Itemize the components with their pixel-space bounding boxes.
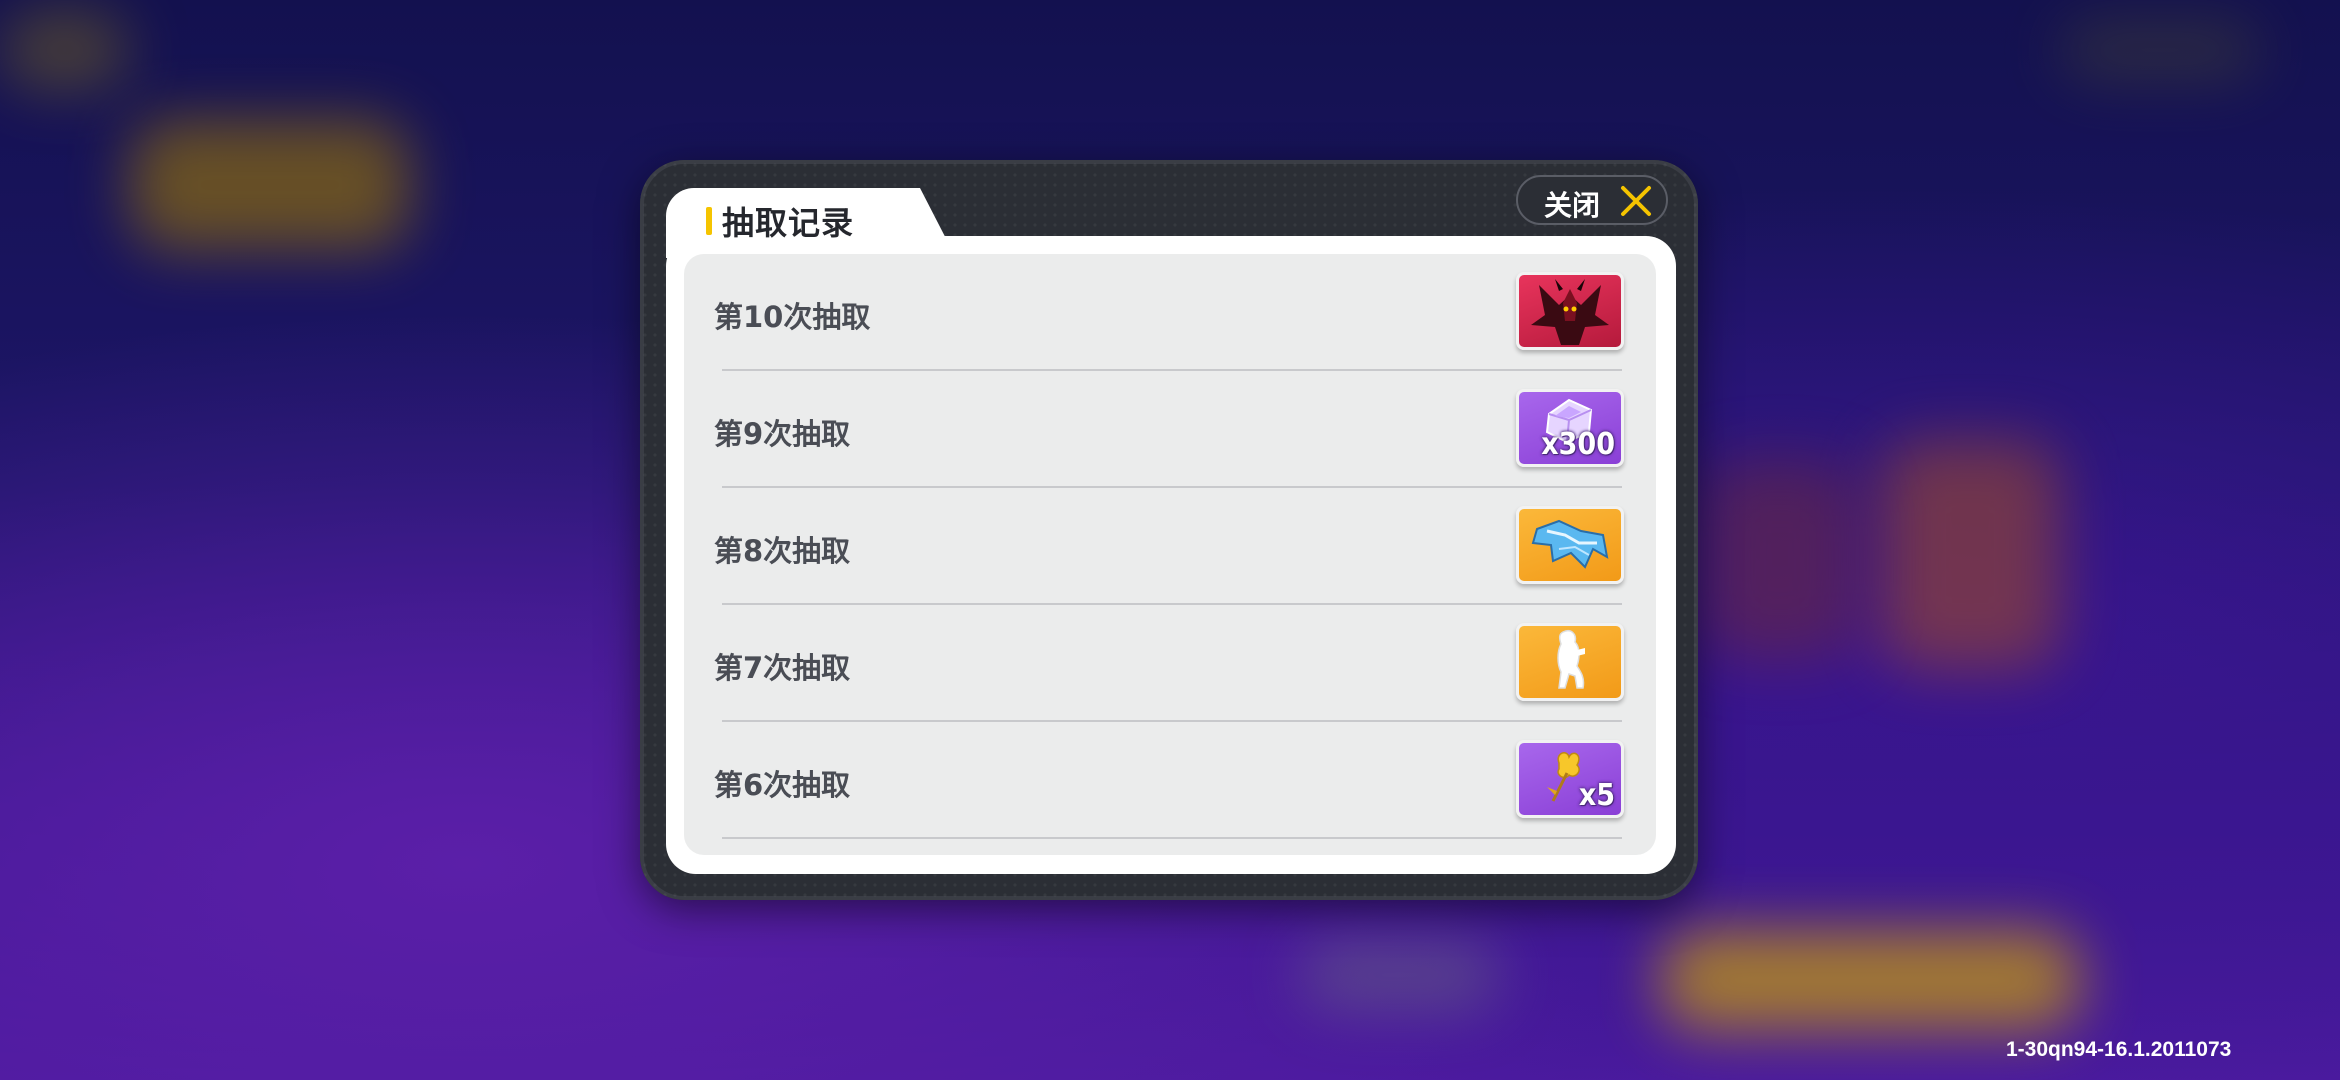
close-icon xyxy=(1621,186,1651,216)
background-blur xyxy=(2060,20,2260,80)
red-dragon-icon xyxy=(1531,279,1609,345)
close-button[interactable]: 关闭 xyxy=(1516,175,1668,225)
reward-item[interactable] xyxy=(1516,623,1624,701)
reward-count: x300 xyxy=(1541,427,1615,462)
close-label: 关闭 xyxy=(1544,189,1601,222)
draw-label: 第6次抽取 xyxy=(714,768,851,802)
list-item: 第8次抽取 xyxy=(684,488,1656,605)
draw-label: 第7次抽取 xyxy=(714,651,851,685)
background-blur xyxy=(1300,940,1500,1010)
version-label: 1-30qn94-16.1.2011073 xyxy=(2006,1038,2232,1061)
background-blur xyxy=(0,10,130,90)
row-divider xyxy=(722,837,1622,839)
background-blur xyxy=(1660,930,2080,1030)
list-item: 第7次抽取 xyxy=(684,605,1656,722)
reward-item[interactable]: x300 xyxy=(1516,389,1624,467)
white-figure-icon xyxy=(1557,630,1585,689)
list-item: 第9次抽取 x300 xyxy=(684,371,1656,488)
reward-item[interactable] xyxy=(1516,506,1624,584)
blue-crystal-icon xyxy=(1531,519,1609,569)
list-item: 第10次抽取 xyxy=(684,254,1656,371)
list-item: 第6次抽取 x5 xyxy=(684,722,1656,839)
draw-label: 第9次抽取 xyxy=(714,417,851,451)
reward-count: x5 xyxy=(1578,778,1615,813)
reward-item[interactable]: x5 xyxy=(1516,740,1624,818)
reward-item[interactable] xyxy=(1516,272,1624,350)
background-blur xyxy=(1880,440,2060,670)
draw-label: 第8次抽取 xyxy=(714,534,851,568)
dialog-title: 抽取记录 xyxy=(722,204,855,242)
background-blur xyxy=(130,120,410,250)
draw-label: 第10次抽取 xyxy=(714,300,871,334)
title-accent-bar xyxy=(706,207,712,235)
background-blur xyxy=(1700,460,1860,660)
